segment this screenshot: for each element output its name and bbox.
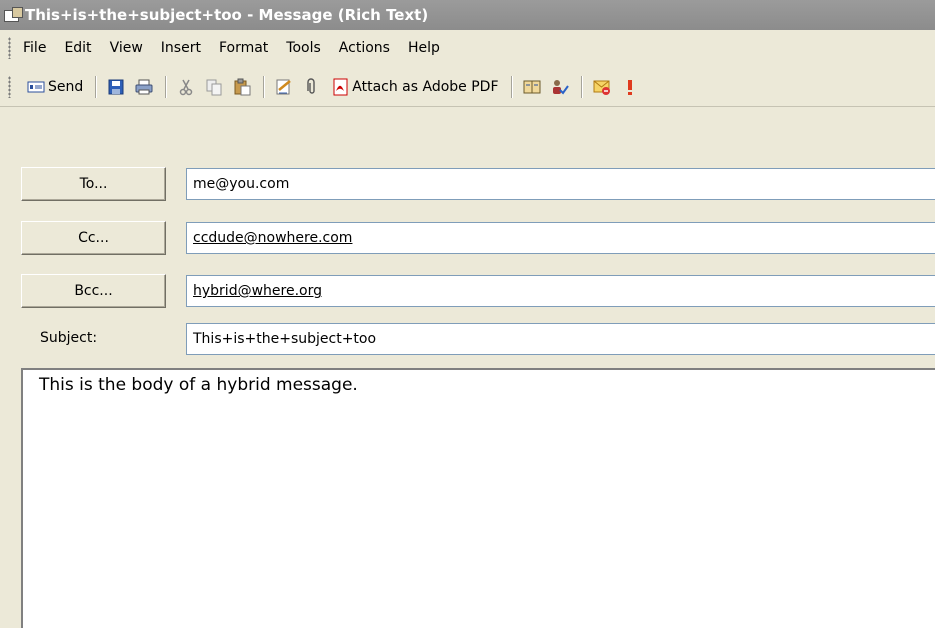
- message-window-icon: [4, 7, 23, 23]
- menu-view[interactable]: View: [110, 40, 143, 56]
- adobe-pdf-icon: [331, 78, 349, 96]
- menu-bar: File Edit View Insert Format Tools Actio…: [0, 30, 935, 66]
- menu-format[interactable]: Format: [219, 40, 268, 56]
- title-bar[interactable]: This+is+the+subject+too - Message (Rich …: [0, 0, 935, 30]
- save-icon: [107, 78, 125, 96]
- paste-icon: [233, 78, 251, 96]
- toolbar-separator: [263, 75, 266, 98]
- copy-icon: [205, 78, 223, 96]
- menu-tools[interactable]: Tools: [286, 40, 321, 56]
- toolbar-separator: [580, 75, 583, 98]
- window-title: This+is+the+subject+too - Message (Rich …: [25, 6, 429, 24]
- cc-field[interactable]: ccdude@nowhere.com: [186, 222, 935, 254]
- copy-button[interactable]: [201, 73, 227, 101]
- to-button[interactable]: To...: [21, 167, 166, 201]
- subject-field[interactable]: This+is+the+subject+too: [186, 323, 935, 355]
- attach-file-button[interactable]: [299, 73, 325, 101]
- address-book-button[interactable]: [519, 73, 545, 101]
- standard-toolbar: Send Attach as Adobe PDF: [0, 67, 935, 107]
- send-label: Send: [48, 78, 84, 95]
- options-icon: [593, 78, 611, 96]
- message-body-editor[interactable]: This is the body of a hybrid message.: [21, 368, 935, 628]
- importance-high-button[interactable]: [617, 73, 643, 101]
- toolbar-grip[interactable]: [8, 75, 11, 98]
- check-names-button[interactable]: [547, 73, 573, 101]
- cut-button[interactable]: [173, 73, 199, 101]
- send-button[interactable]: Send: [23, 73, 87, 101]
- menu-insert[interactable]: Insert: [161, 40, 201, 56]
- toolbar-separator: [95, 75, 98, 98]
- menu-file[interactable]: File: [23, 40, 46, 56]
- importance-high-icon: [621, 78, 639, 96]
- address-book-icon: [523, 78, 541, 96]
- paperclip-icon: [303, 77, 321, 96]
- check-names-icon: [551, 78, 569, 96]
- menu-help[interactable]: Help: [408, 40, 440, 56]
- cc-button[interactable]: Cc...: [21, 221, 166, 255]
- print-button[interactable]: [131, 73, 157, 101]
- options-button[interactable]: [589, 73, 615, 101]
- toolbar-separator: [510, 75, 513, 98]
- attach-adobe-pdf-button[interactable]: Attach as Adobe PDF: [327, 73, 502, 101]
- save-button[interactable]: [103, 73, 129, 101]
- bcc-button[interactable]: Bcc...: [21, 274, 166, 308]
- cut-icon: [177, 78, 195, 96]
- signature-icon: [275, 78, 293, 96]
- bcc-field[interactable]: hybrid@where.org: [186, 275, 935, 307]
- to-field[interactable]: me@you.com: [186, 168, 935, 200]
- print-icon: [135, 78, 153, 96]
- paste-button[interactable]: [229, 73, 255, 101]
- signature-button[interactable]: [271, 73, 297, 101]
- menu-edit[interactable]: Edit: [64, 40, 91, 56]
- message-body-text: This is the body of a hybrid message.: [39, 375, 358, 395]
- toolbar-separator: [165, 75, 168, 98]
- subject-label: Subject:: [40, 330, 98, 346]
- send-icon: [27, 78, 45, 96]
- menu-grip[interactable]: [8, 37, 11, 59]
- menu-actions[interactable]: Actions: [339, 40, 390, 56]
- attach-adobe-pdf-label: Attach as Adobe PDF: [352, 78, 499, 95]
